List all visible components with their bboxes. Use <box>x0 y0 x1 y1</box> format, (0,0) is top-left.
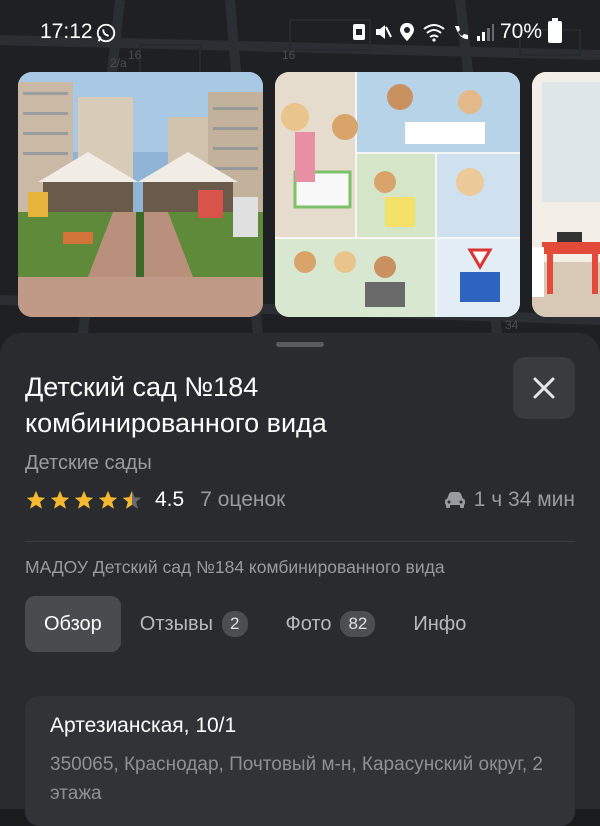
route-time-value: 1 ч 34 мин <box>473 488 575 511</box>
building-exterior-photo[interactable] <box>18 72 263 317</box>
car-icon <box>444 492 465 508</box>
sheet-drag-handle[interactable] <box>276 342 324 347</box>
children-collage-photo[interactable] <box>275 72 520 317</box>
rating-count[interactable]: 7 оценок <box>200 488 285 512</box>
close-button[interactable] <box>513 357 575 419</box>
tab-photos[interactable]: Фото 82 <box>267 596 395 652</box>
tab-label: Инфо <box>413 612 467 635</box>
photo-carousel[interactable] <box>18 72 600 317</box>
divider <box>25 541 575 542</box>
star-icon <box>50 490 70 509</box>
location-icon <box>399 23 414 41</box>
place-full-name: МАДОУ Детский сад №184 комбинированного … <box>25 557 445 577</box>
address-street: Артезианская, 10/1 <box>50 714 237 737</box>
mute-icon <box>375 25 392 39</box>
tab-overview[interactable]: Обзор <box>25 596 121 652</box>
battery-percent: 70% <box>499 20 542 43</box>
rating-row[interactable]: 4.5 7 оценок 1 ч 34 мин <box>25 485 575 515</box>
wifi-icon <box>423 24 445 42</box>
rating-stars <box>25 489 143 511</box>
star-icon <box>98 490 118 509</box>
status-time: 17:12 <box>40 20 93 43</box>
tab-label: Обзор <box>44 612 102 635</box>
close-icon <box>533 377 555 399</box>
star-icon <box>74 490 94 509</box>
battery-icon <box>548 18 562 43</box>
star-icon <box>26 490 46 509</box>
address-details: 350065, Краснодар, Почтовый м-н, Карасун… <box>50 754 543 804</box>
tab-label: Фото <box>285 612 332 635</box>
rating-value: 4.5 <box>155 488 185 511</box>
tab-label: Отзывы <box>139 612 214 635</box>
sim-icon <box>352 24 365 40</box>
signal-icon <box>476 24 494 41</box>
tab-info[interactable]: Инфо <box>394 596 485 652</box>
tab-reviews[interactable]: Отзывы 2 <box>121 596 267 652</box>
place-category[interactable]: Детские сады <box>25 452 152 475</box>
tab-count-badge: 2 <box>222 611 248 637</box>
half-star-icon <box>122 490 142 509</box>
wifi-call-icon <box>454 26 468 40</box>
whatsapp-icon <box>96 23 116 43</box>
tab-bar: Обзор Отзывы 2 Фото 82 Инфо <box>25 596 485 652</box>
classroom-photo[interactable] <box>532 72 600 317</box>
place-title: Детский сад №184 комбинированного вида <box>25 372 327 438</box>
status-bar: 17:12 70% <box>0 0 600 66</box>
tab-count-badge: 82 <box>340 611 376 637</box>
map-label: 34 <box>505 318 519 332</box>
status-icons: 70% <box>350 18 562 44</box>
place-sheet: Детский сад №184 комбинированного вида Д… <box>0 333 600 826</box>
route-time[interactable]: 1 ч 34 мин <box>444 488 575 512</box>
address-card[interactable]: Артезианская, 10/1 350065, Краснодар, По… <box>25 696 575 826</box>
